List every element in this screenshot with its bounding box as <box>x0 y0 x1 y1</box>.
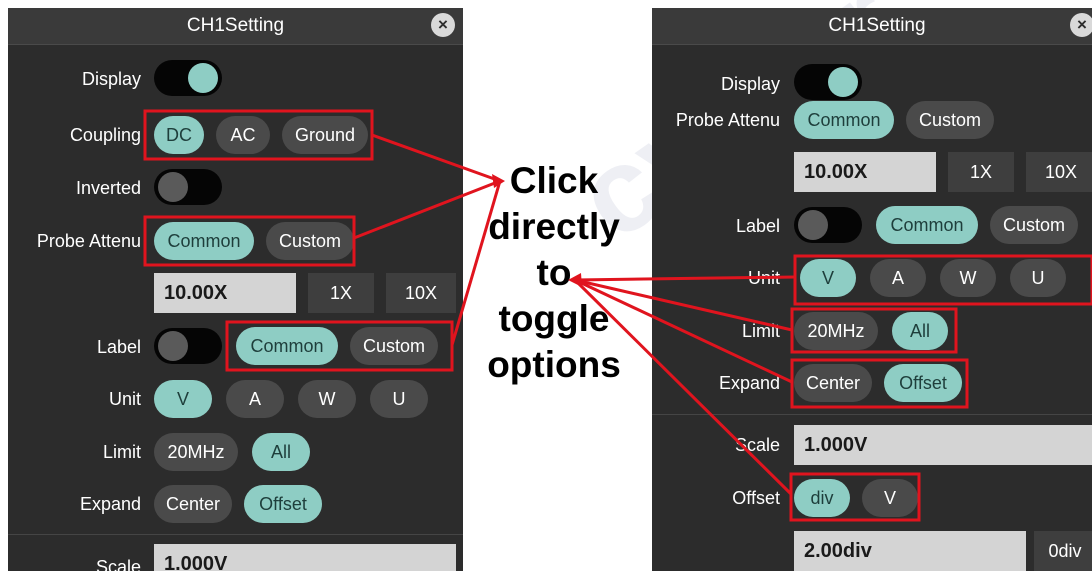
highlight-coupling-box <box>143 109 374 161</box>
annotation-overlay <box>143 109 1092 522</box>
highlight-probe-box <box>143 215 356 267</box>
pointer-lines <box>353 133 796 496</box>
highlight-expand-box <box>790 358 969 409</box>
highlight-limit-box <box>790 307 958 354</box>
pointer-heads <box>492 174 582 287</box>
pointer-line <box>574 278 793 332</box>
pointer-line <box>574 278 793 384</box>
pointer-line <box>371 133 501 183</box>
pointer-head <box>568 273 582 287</box>
highlight-boxes <box>143 109 1092 522</box>
highlight-unit-box <box>793 254 1092 306</box>
highlight-offset-box <box>789 472 921 522</box>
pointer-line <box>574 275 796 282</box>
pointer-line <box>450 180 502 346</box>
highlight-label-box <box>225 320 454 372</box>
pointer-line <box>353 179 501 240</box>
pointer-line <box>573 278 793 496</box>
